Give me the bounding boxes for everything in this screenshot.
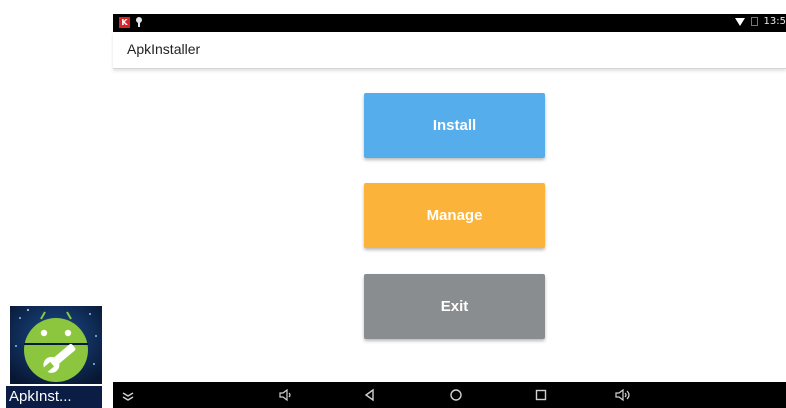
app-title: ApkInstaller [127, 41, 201, 57]
shortcut-label[interactable]: ApkInst... [6, 386, 102, 408]
back-icon[interactable] [360, 386, 380, 404]
nav-menu-icon[interactable] [118, 386, 138, 404]
apkinstaller-shortcut[interactable]: ApkInst... [6, 306, 102, 408]
action-bar: ApkInstaller [113, 32, 786, 69]
k-app-icon: K [119, 17, 130, 28]
android-screen: K 13:5 ApkInstaller Install Manage Exit [113, 14, 786, 408]
volume-down-icon[interactable] [275, 386, 295, 404]
home-icon[interactable] [446, 386, 466, 404]
install-button[interactable]: Install [364, 93, 545, 158]
status-bar: K 13:5 [113, 14, 786, 32]
manage-button[interactable]: Manage [364, 183, 545, 248]
volume-up-icon[interactable] [613, 386, 633, 404]
recents-icon[interactable] [531, 386, 551, 404]
pin-icon [136, 17, 142, 28]
signal-icon [750, 17, 758, 26]
wifi-icon [734, 17, 745, 26]
desktop: ApkInst... K 13:5 ApkInstaller Install M… [0, 0, 786, 408]
exit-button[interactable]: Exit [364, 274, 545, 339]
android-wrench-icon[interactable] [10, 306, 102, 384]
navigation-bar [113, 382, 786, 408]
status-time: 13:5 [763, 16, 786, 27]
